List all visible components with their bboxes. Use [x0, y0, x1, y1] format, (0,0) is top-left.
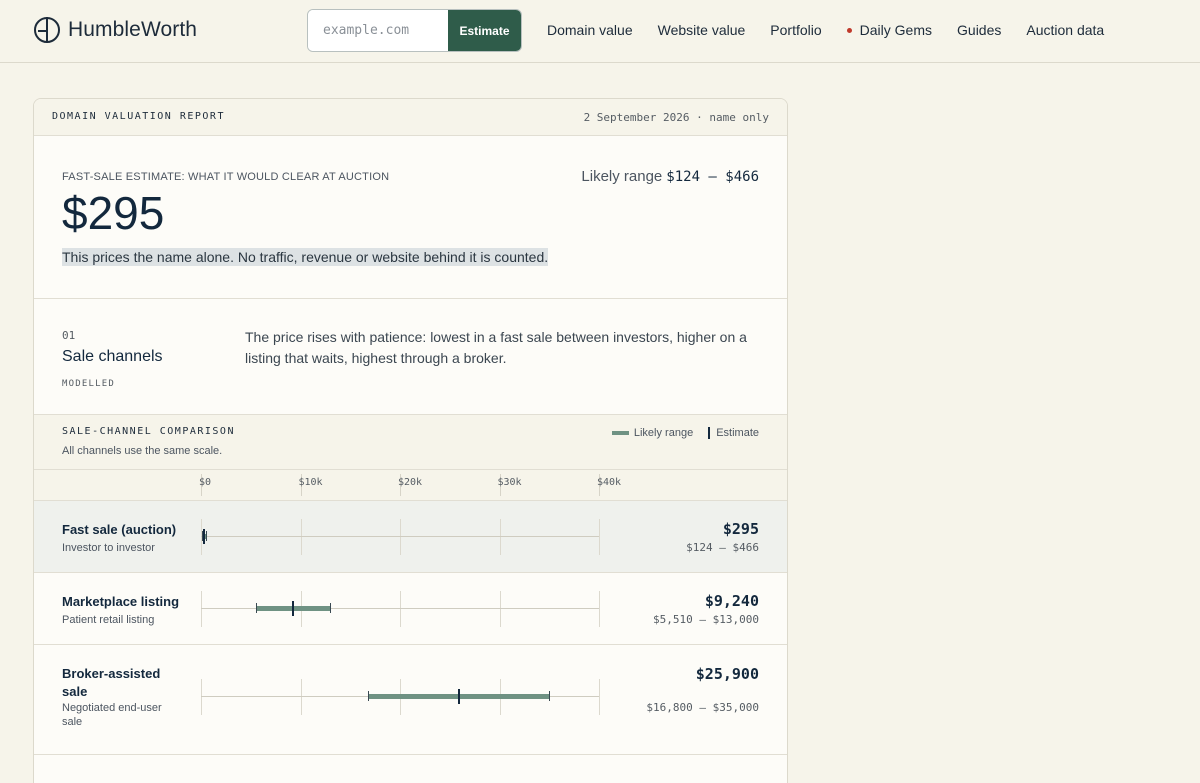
channel-subtitle: Investor to investor — [62, 542, 155, 554]
main-nav: Domain value Website value Portfolio Dai… — [547, 22, 1129, 38]
report-label: DOMAIN VALUATION REPORT — [52, 111, 225, 122]
brand-logo[interactable]: HumbleWorth — [34, 17, 197, 43]
gridline — [201, 591, 202, 627]
comparison-title: SALE-CHANNEL COMPARISON — [62, 426, 235, 437]
gridline — [300, 679, 302, 715]
nav-daily-gems-label: Daily Gems — [859, 22, 933, 38]
sale-channels-section: 01 Sale channels MODELLED The price rise… — [34, 299, 787, 415]
estimate-panel: FAST-SALE ESTIMATE: WHAT IT WOULD CLEAR … — [34, 136, 787, 299]
channel-subtitle: Patient retail listing — [62, 614, 155, 626]
gridline — [201, 679, 202, 715]
channel-row: Broker-assisted sale Negotiated end-user … — [34, 645, 787, 755]
channel-range: $5,510 – $13,000 — [653, 613, 759, 626]
section-number: 01 — [62, 329, 76, 342]
brand-name: HumbleWorth — [68, 18, 198, 41]
x-tick-label: $30k — [497, 477, 522, 488]
site-header: HumbleWorth Estimate Domain value Websit… — [0, 0, 1200, 63]
channel-rows: Fast sale (auction) Investor to investor $… — [34, 501, 787, 755]
domain-search: Estimate — [307, 9, 522, 52]
gridline — [499, 591, 501, 627]
range-cap — [255, 603, 257, 613]
gridline — [599, 519, 600, 555]
gridline — [599, 591, 600, 627]
section-description: The price rises with patience: lowest in… — [245, 329, 747, 366]
likely-range: Likely range $124 – $466 — [581, 168, 759, 185]
estimate-note: This prices the name alone. No traffic, … — [62, 248, 549, 266]
range-track — [201, 591, 600, 627]
range-cap — [549, 691, 551, 701]
x-tick-label: $0 — [199, 477, 212, 488]
channel-range: $124 – $466 — [686, 541, 759, 554]
nav-website-value[interactable]: Website value — [658, 22, 746, 38]
legend-estimate-swatch — [708, 427, 711, 439]
nav-auction-data[interactable]: Auction data — [1026, 22, 1104, 38]
range-cap — [205, 531, 207, 541]
channel-subtitle: Negotiated end-user sale — [62, 702, 162, 728]
channel-range: $16,800 – $35,000 — [646, 701, 759, 714]
estimate-marker — [457, 689, 460, 704]
nav-portfolio[interactable]: Portfolio — [770, 22, 821, 38]
legend-estimate-label: Estimate — [716, 427, 759, 439]
logo-icon — [34, 17, 60, 43]
report-date: 2 September 2026 · name only — [583, 111, 769, 124]
channel-name: Broker-assisted sale — [62, 666, 161, 699]
gridline — [499, 519, 501, 555]
legend-range-label: Likely range — [633, 427, 694, 439]
channel-name: Fast sale (auction) — [62, 522, 177, 537]
chart-legend: Likely range Estimate — [611, 427, 759, 439]
section-title: Sale channels — [62, 348, 163, 365]
nav-domain-value[interactable]: Domain value — [547, 22, 633, 38]
channel-row: Fast sale (auction) Investor to investor $… — [34, 501, 787, 573]
gridline — [400, 519, 401, 555]
x-tick-label: $20k — [398, 477, 423, 488]
x-tick-label: $40k — [597, 477, 622, 488]
channel-estimate: $295 — [722, 520, 759, 538]
report-header: DOMAIN VALUATION REPORT 2 September 2026… — [34, 99, 787, 136]
estimate-button[interactable]: Estimate — [448, 10, 521, 51]
range-track — [201, 679, 600, 715]
gridline — [400, 591, 401, 627]
nav-daily-gems[interactable]: Daily Gems — [846, 22, 933, 38]
likely-range-label: Likely range — [581, 168, 663, 185]
range-cap — [368, 691, 370, 701]
domain-search-input[interactable] — [308, 10, 448, 51]
channel-estimate: $25,900 — [695, 665, 759, 683]
estimate-value: $295 — [62, 187, 165, 239]
channel-estimate: $9,240 — [704, 592, 759, 610]
gridline — [599, 679, 600, 715]
legend-range-swatch — [611, 431, 629, 435]
estimate-marker — [202, 529, 205, 544]
range-cap — [330, 603, 332, 613]
estimate-marker — [291, 601, 294, 616]
new-dot-icon — [846, 27, 852, 33]
section-tag: MODELLED — [62, 379, 115, 389]
estimate-label: FAST-SALE ESTIMATE: WHAT IT WOULD CLEAR … — [62, 171, 390, 183]
x-axis: $0 $10k $20k $30k $40k — [34, 470, 787, 501]
comparison-header: SALE-CHANNEL COMPARISON All channels use… — [34, 415, 787, 470]
channel-name: Marketplace listing — [62, 594, 180, 609]
nav-guides[interactable]: Guides — [957, 22, 1001, 38]
track-baseline — [201, 536, 599, 537]
valuation-report-card: DOMAIN VALUATION REPORT 2 September 2026… — [33, 98, 788, 783]
channel-row: Marketplace listing Patient retail listin… — [34, 573, 787, 645]
likely-range-value: $124 – $466 — [666, 169, 759, 185]
comparison-subtitle: All channels use the same scale. — [62, 445, 223, 457]
x-tick-label: $10k — [298, 477, 323, 488]
gridline — [300, 519, 302, 555]
range-track — [201, 519, 600, 555]
